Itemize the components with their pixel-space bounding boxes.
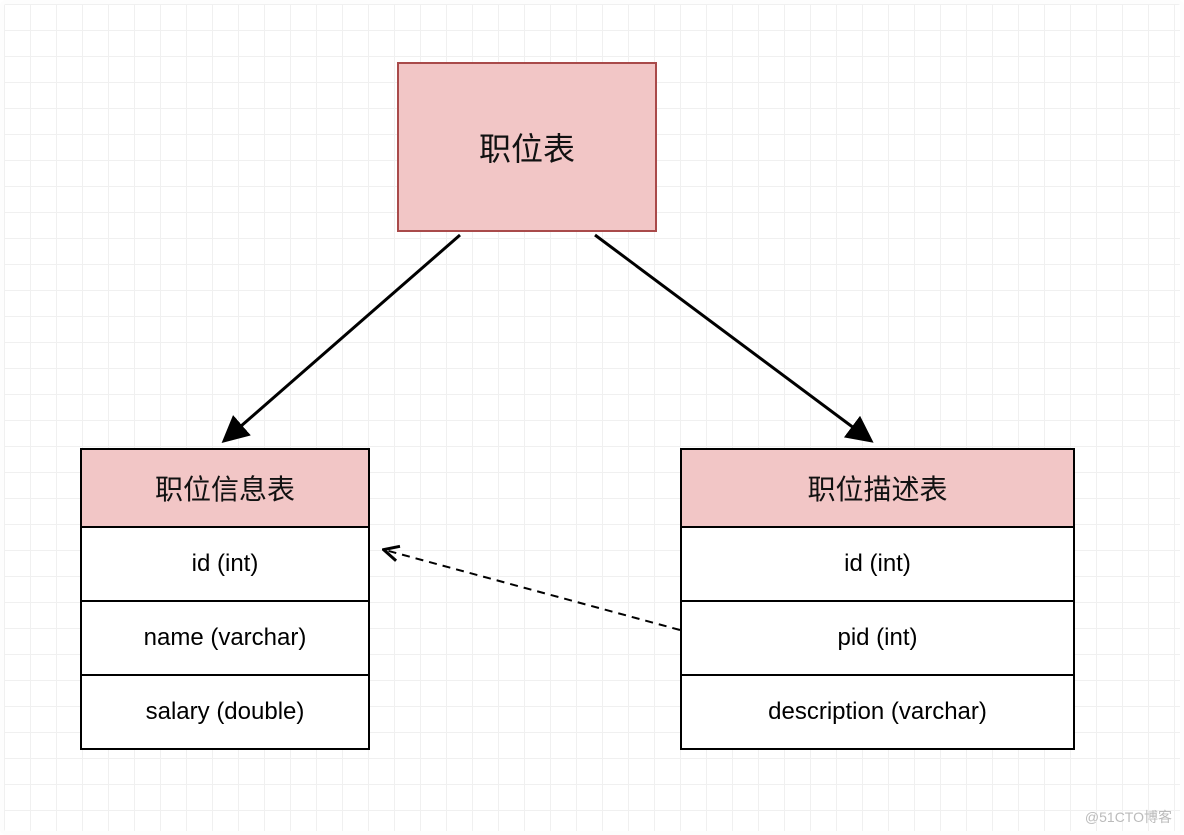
diagram-canvas: 职位表 职位信息表 id (int) name (varchar) salary…	[0, 0, 1184, 835]
arrow-top-to-left	[225, 235, 460, 440]
arrow-top-to-right	[595, 235, 870, 440]
right-table: 职位描述表 id (int) pid (int) description (va…	[680, 448, 1075, 750]
left-table-row: salary (double)	[82, 676, 368, 748]
left-table: 职位信息表 id (int) name (varchar) salary (do…	[80, 448, 370, 750]
right-table-row: id (int)	[682, 528, 1073, 602]
arrow-right-pid-to-left-id-dashed	[385, 550, 680, 630]
top-entity-title: 职位表	[479, 124, 575, 170]
watermark-text: @51CTO博客	[1085, 807, 1172, 827]
right-table-row: description (varchar)	[682, 676, 1073, 748]
left-table-row: id (int)	[82, 528, 368, 602]
right-table-header: 职位描述表	[682, 450, 1073, 528]
top-entity-box: 职位表	[397, 62, 657, 232]
right-table-row: pid (int)	[682, 602, 1073, 676]
left-table-header: 职位信息表	[82, 450, 368, 528]
left-table-row: name (varchar)	[82, 602, 368, 676]
